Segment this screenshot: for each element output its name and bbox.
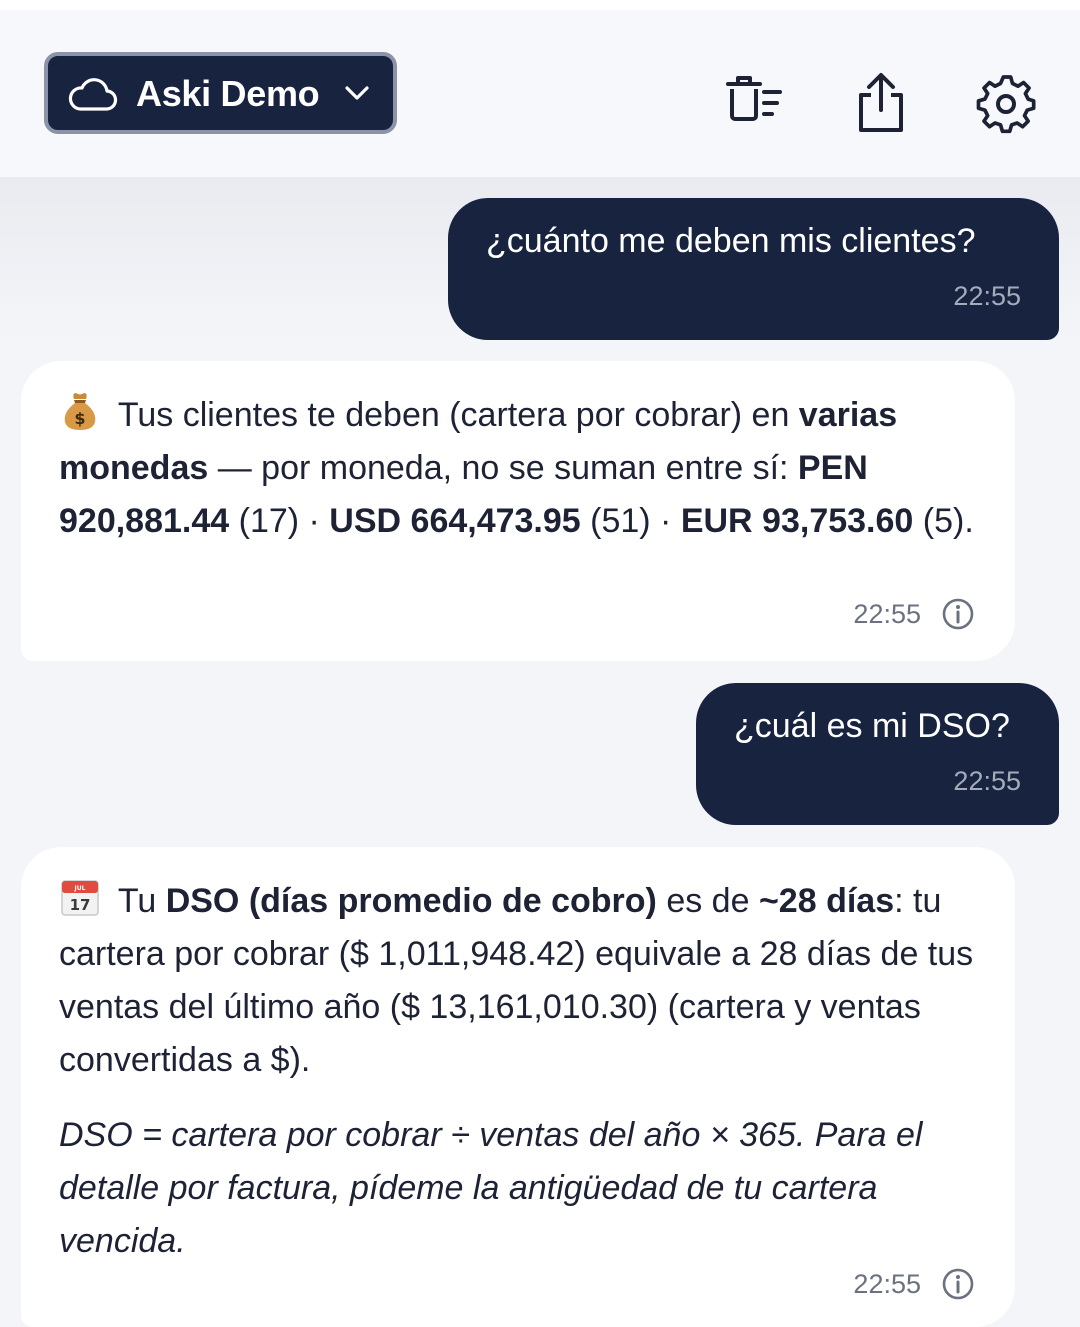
message-time: 22:55 (953, 281, 1021, 311)
message-text: ¿cuál es mi DSO? (734, 707, 1010, 745)
message-meta: 22:55 (853, 597, 975, 631)
top-bar: Aski Demo (0, 0, 1080, 177)
chat-thread[interactable]: ¿cuánto me deben mis clientes? 22:55 $ T… (0, 177, 1080, 1327)
message-time: 22:55 (853, 598, 921, 629)
message-note: DSO = cartera por cobrar ÷ ventas del añ… (59, 1116, 923, 1260)
workspace-selector-button[interactable]: Aski Demo (44, 52, 397, 134)
message-meta: 22:55 (853, 1267, 975, 1301)
chevron-down-icon (345, 86, 369, 100)
assistant-message: $ Tus clientes te deben (cartera por cob… (21, 361, 1015, 661)
message-text: ¿cuánto me deben mis clientes? (486, 222, 976, 260)
svg-text:17: 17 (70, 896, 91, 914)
share-icon[interactable] (852, 72, 912, 136)
assistant-message: JUL 17 Tu DSO (días promedio de cobro) e… (21, 847, 1015, 1327)
svg-text:$: $ (74, 409, 85, 428)
message-text: JUL 17 Tu DSO (días promedio de cobro) e… (59, 875, 977, 1087)
message-text: $ Tus clientes te deben (cartera por cob… (59, 389, 977, 548)
user-message: ¿cuánto me deben mis clientes? 22:55 (448, 198, 1059, 340)
info-icon[interactable] (941, 1267, 975, 1301)
user-message: ¿cuál es mi DSO? 22:55 (696, 683, 1059, 825)
clear-chat-icon[interactable] (724, 72, 784, 136)
workspace-label: Aski Demo (136, 73, 320, 114)
money-bag-icon: $ (64, 393, 96, 430)
message-time: 22:55 (853, 1268, 921, 1299)
cloud-icon (68, 78, 118, 111)
info-icon[interactable] (941, 597, 975, 631)
message-time: 22:55 (953, 766, 1021, 796)
calendar-icon: JUL 17 (61, 880, 99, 916)
gear-icon[interactable] (976, 72, 1036, 136)
svg-text:JUL: JUL (74, 885, 86, 892)
